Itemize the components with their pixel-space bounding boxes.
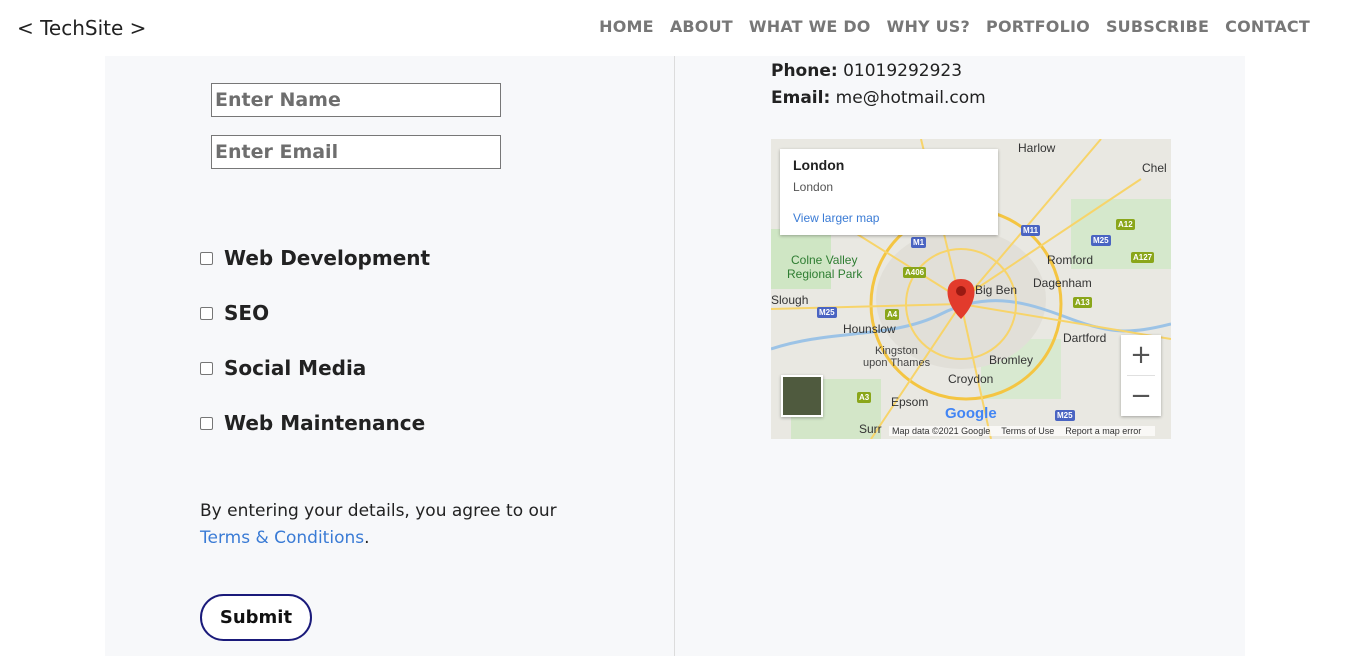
checkbox[interactable] [200, 361, 213, 375]
map-label: Big Ben [975, 283, 1018, 297]
nav-portfolio[interactable]: PORTFOLIO [986, 17, 1090, 36]
service-label: Web Maintenance [224, 411, 426, 435]
report-error-link[interactable]: Report a map error [1065, 426, 1141, 436]
road-shield: M25 [817, 307, 837, 318]
nav-contact[interactable]: CONTACT [1225, 17, 1310, 36]
road-shield: A13 [1073, 297, 1092, 308]
submit-button[interactable]: Submit [200, 594, 312, 641]
checkbox[interactable] [200, 251, 213, 265]
checkbox[interactable] [200, 306, 213, 320]
service-label: Web Development [224, 246, 431, 270]
service-option-social-media[interactable]: Social Media [200, 356, 366, 380]
name-input[interactable] [211, 83, 501, 117]
map-label: Kingston [875, 345, 918, 357]
map-label: upon Thames [863, 357, 931, 369]
road-shield: A3 [857, 392, 872, 403]
road-shield: M25 [1055, 410, 1075, 421]
service-label: SEO [224, 301, 270, 325]
map-label: Chel [1142, 161, 1167, 175]
email-line: Email: me@hotmail.com [771, 88, 986, 108]
top-navbar: < TechSite > HOME ABOUT WHAT WE DO WHY U… [0, 0, 1350, 56]
map-label: Harlow [1018, 141, 1056, 155]
terms-link[interactable]: Terms & Conditions [200, 528, 364, 548]
service-option-web-maintenance[interactable]: Web Maintenance [200, 411, 425, 435]
email-value: me@hotmail.com [835, 88, 986, 108]
map-data-credit: Map data ©2021 Google [892, 426, 991, 436]
main-nav: HOME ABOUT WHAT WE DO WHY US? PORTFOLIO … [583, 17, 1310, 36]
phone-label: Phone: [771, 61, 838, 81]
map-label: Epsom [891, 395, 929, 409]
terms-notice: By entering your details, you agree to o… [200, 498, 580, 552]
embedded-map[interactable]: Harlow Chel Colne Valley Regional Park R… [771, 139, 1171, 439]
map-place-subtitle: London [793, 180, 834, 194]
google-logo: Google [945, 405, 997, 422]
satellite-toggle[interactable] [781, 375, 823, 417]
map-label: Regional Park [787, 267, 863, 281]
nav-subscribe[interactable]: SUBSCRIBE [1106, 17, 1209, 36]
nav-why-us[interactable]: WHY US? [887, 17, 970, 36]
road-shield: M25 [1091, 235, 1111, 246]
checkbox[interactable] [200, 416, 213, 430]
map-label: Bromley [989, 353, 1034, 367]
zoom-in-button[interactable]: + [1121, 335, 1161, 375]
phone-value: 01019292923 [843, 61, 963, 81]
road-shield: A127 [1131, 252, 1155, 263]
road-shield: A406 [903, 267, 927, 278]
map-label: Slough [771, 293, 809, 307]
map-label: Romford [1047, 253, 1094, 267]
phone-line: Phone: 01019292923 [771, 61, 962, 81]
terms-of-use-link[interactable]: Terms of Use [1001, 426, 1054, 436]
column-divider [674, 56, 675, 656]
map-label: Colne Valley [791, 253, 858, 267]
terms-period: . [364, 528, 370, 548]
map-label: Dagenham [1033, 276, 1092, 290]
email-label: Email: [771, 88, 831, 108]
road-shield: A4 [885, 309, 900, 320]
map-label: Croydon [948, 372, 994, 386]
view-larger-map-link[interactable]: View larger map [793, 211, 985, 225]
map-label: Dartford [1063, 331, 1107, 345]
service-option-seo[interactable]: SEO [200, 301, 269, 325]
service-label: Social Media [224, 356, 367, 380]
map-label: Hounslow [843, 322, 896, 336]
email-input[interactable] [211, 135, 501, 169]
brand-logo[interactable]: < TechSite > [17, 16, 146, 40]
map-attribution: Map data ©2021 Google Terms of Use Report … [889, 426, 1156, 436]
map-zoom-controls: + − [1121, 335, 1161, 416]
map-place-card: London London View larger map [780, 149, 998, 235]
road-shield: M1 [911, 237, 927, 248]
road-shield: M11 [1021, 225, 1041, 236]
road-shield: A12 [1116, 219, 1135, 230]
service-option-web-development[interactable]: Web Development [200, 246, 430, 270]
map-place-title: London [793, 157, 845, 173]
zoom-out-button[interactable]: − [1121, 376, 1161, 416]
nav-home[interactable]: HOME [599, 17, 654, 36]
nav-about[interactable]: ABOUT [670, 17, 733, 36]
map-label: Surr [859, 422, 882, 436]
nav-what-we-do[interactable]: WHAT WE DO [749, 17, 871, 36]
terms-text: By entering your details, you agree to o… [200, 501, 557, 521]
